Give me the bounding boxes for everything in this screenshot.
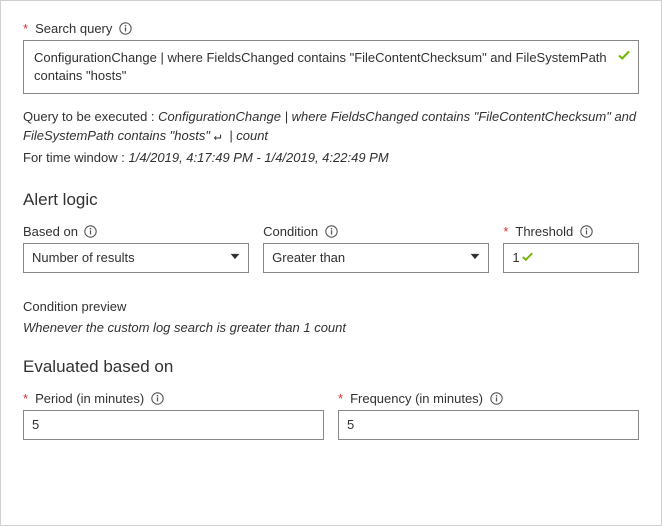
frequency-label: Frequency (in minutes)	[350, 391, 483, 406]
chevron-down-icon	[228, 249, 242, 266]
threshold-label: Threshold	[515, 224, 573, 239]
alert-config-panel: * Search query ConfigurationChange | whe…	[0, 0, 662, 526]
based-on-value: Number of results	[32, 250, 135, 265]
query-description-line1: Query to be executed : ConfigurationChan…	[23, 108, 639, 147]
evaluated-row: * Period (in minutes) 5 * Frequency (in …	[23, 391, 639, 440]
period-input[interactable]: 5	[23, 410, 324, 440]
condition-select[interactable]: Greater than	[263, 243, 489, 273]
info-icon[interactable]	[84, 224, 98, 238]
time-window-range: 1/4/2019, 4:17:49 PM - 1/4/2019, 4:22:49…	[128, 150, 388, 165]
query-desc-prefix: Query to be executed :	[23, 109, 158, 124]
condition-preview-text: Whenever the custom log search is greate…	[23, 320, 639, 335]
evaluated-title: Evaluated based on	[23, 357, 639, 377]
based-on-col: Based on Number of results	[23, 224, 249, 273]
period-col: * Period (in minutes) 5	[23, 391, 324, 440]
period-label: Period (in minutes)	[35, 391, 144, 406]
based-on-label-row: Based on	[23, 224, 249, 239]
threshold-value: 1	[512, 250, 519, 265]
alert-logic-row: Based on Number of results Condition	[23, 224, 639, 273]
info-icon[interactable]	[579, 224, 593, 238]
search-query-value: ConfigurationChange | where FieldsChange…	[34, 50, 607, 83]
condition-label-row: Condition	[263, 224, 489, 239]
required-marker: *	[338, 391, 343, 406]
info-icon[interactable]	[489, 391, 503, 405]
check-icon	[520, 249, 535, 267]
threshold-input[interactable]: 1	[503, 243, 639, 273]
search-query-input[interactable]: ConfigurationChange | where FieldsChange…	[23, 40, 639, 94]
info-icon[interactable]	[324, 224, 338, 238]
chevron-down-icon	[468, 249, 482, 266]
info-icon[interactable]	[150, 391, 164, 405]
frequency-label-row: * Frequency (in minutes)	[338, 391, 639, 406]
alert-logic-title: Alert logic	[23, 190, 639, 210]
threshold-label-row: * Threshold	[503, 224, 639, 239]
condition-preview-label: Condition preview	[23, 299, 639, 314]
frequency-input[interactable]: 5	[338, 410, 639, 440]
frequency-value: 5	[347, 417, 354, 432]
based-on-label: Based on	[23, 224, 78, 239]
query-desc-suffix: | count	[229, 128, 268, 143]
required-marker: *	[23, 21, 28, 36]
search-query-label-row: * Search query	[23, 21, 639, 36]
check-icon	[616, 47, 632, 68]
required-marker: *	[503, 224, 508, 239]
based-on-select[interactable]: Number of results	[23, 243, 249, 273]
time-window-prefix: For time window :	[23, 150, 128, 165]
condition-col: Condition Greater than	[263, 224, 489, 273]
frequency-col: * Frequency (in minutes) 5	[338, 391, 639, 440]
condition-label: Condition	[263, 224, 318, 239]
info-icon[interactable]	[118, 22, 132, 36]
return-icon: ↵	[214, 129, 230, 144]
required-marker: *	[23, 391, 28, 406]
threshold-col: * Threshold 1	[503, 224, 639, 273]
query-description-line2: For time window : 1/4/2019, 4:17:49 PM -…	[23, 149, 639, 168]
period-label-row: * Period (in minutes)	[23, 391, 324, 406]
condition-value: Greater than	[272, 250, 345, 265]
period-value: 5	[32, 417, 39, 432]
search-query-label: Search query	[35, 21, 112, 36]
